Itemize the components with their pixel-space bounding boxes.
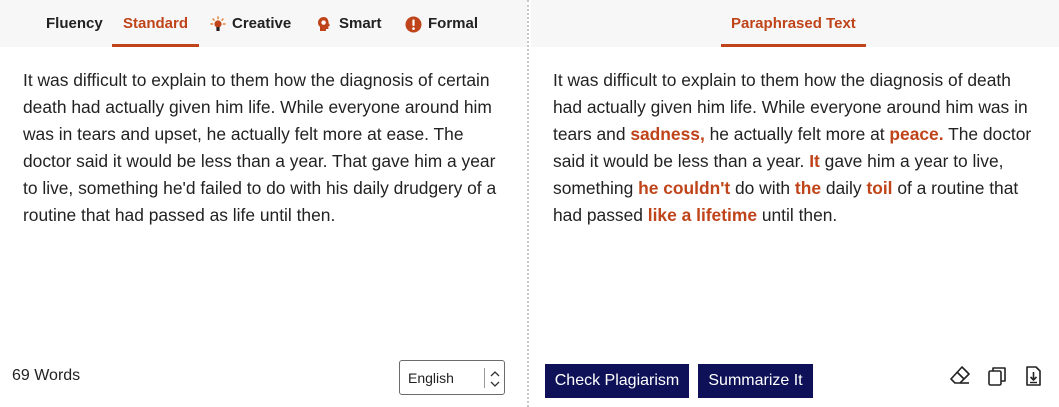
word-count: 69 Words <box>12 367 81 384</box>
language-select-divider <box>484 368 485 388</box>
changed-phrase[interactable]: the <box>795 178 821 198</box>
changed-phrase[interactable]: peace. <box>889 124 943 144</box>
brain-head-icon <box>316 16 332 32</box>
summarize-button[interactable]: Summarize It <box>698 364 813 398</box>
exclamation-badge-icon <box>405 16 422 32</box>
tab-formal[interactable]: Formal <box>405 0 478 47</box>
text-segment: he actually felt more at <box>704 124 890 144</box>
text-segment: do with <box>730 178 795 198</box>
tab-fluency[interactable]: Fluency <box>46 0 103 47</box>
output-pane: Paraphrased Text It was difficult to exp… <box>531 0 1059 407</box>
changed-phrase[interactable]: toil <box>866 178 892 198</box>
language-select-value: English <box>408 370 454 386</box>
tab-paraphrased-text-label: Paraphrased Text <box>731 15 856 32</box>
copy-icon[interactable] <box>985 364 1009 388</box>
tab-formal-label: Formal <box>428 15 479 32</box>
changed-phrase[interactable]: like a lifetime <box>648 205 757 225</box>
mode-tab-bar: Fluency Standard Creative Smart Formal <box>0 0 527 47</box>
tab-creative[interactable]: Creative <box>209 0 291 47</box>
output-tab-bar: Paraphrased Text <box>531 0 1059 47</box>
download-icon[interactable] <box>1021 364 1045 388</box>
input-pane: Fluency Standard Creative Smart Formal I… <box>0 0 527 407</box>
text-segment: until then. <box>757 205 838 225</box>
tab-standard[interactable]: Standard <box>112 0 200 47</box>
tab-smart-label: Smart <box>339 15 382 32</box>
tab-fluency-label: Fluency <box>46 15 103 32</box>
chevron-up-down-icon <box>490 371 500 387</box>
tab-creative-label: Creative <box>232 15 292 32</box>
tab-paraphrased-text[interactable]: Paraphrased Text <box>721 0 866 47</box>
check-plagiarism-button[interactable]: Check Plagiarism <box>545 364 689 398</box>
paraphrased-text: It was difficult to explain to them how … <box>553 67 1037 229</box>
lightbulb-icon <box>209 15 226 32</box>
language-select[interactable]: English <box>399 360 505 395</box>
text-segment: daily <box>821 178 867 198</box>
changed-phrase[interactable]: he couldn't <box>638 178 730 198</box>
input-text[interactable]: It was difficult to explain to them how … <box>23 67 513 229</box>
eraser-icon[interactable] <box>948 364 972 388</box>
tab-smart[interactable]: Smart <box>316 0 382 47</box>
changed-phrase[interactable]: It <box>809 151 820 171</box>
changed-phrase[interactable]: sadness, <box>630 124 704 144</box>
tab-standard-label: Standard <box>123 15 189 32</box>
